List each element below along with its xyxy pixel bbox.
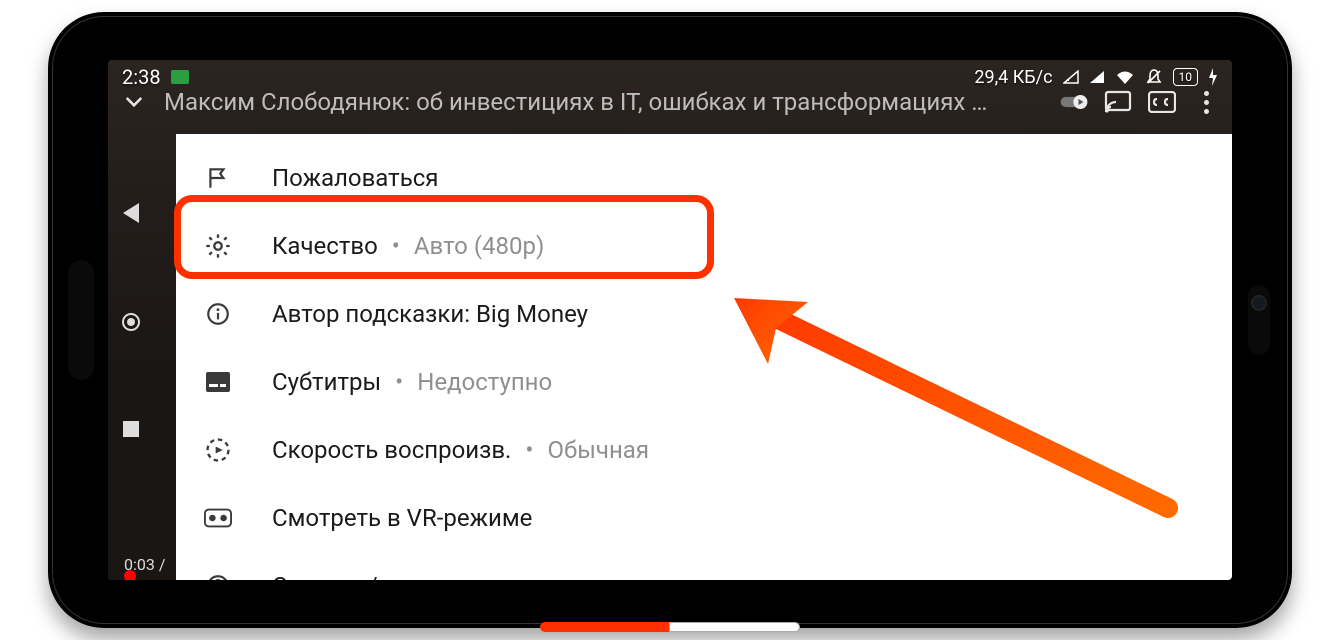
speed-icon <box>204 436 232 464</box>
menu-label: Субтитры <box>272 368 381 396</box>
menu-label: Скорость воспроизв. <box>272 436 511 464</box>
menu-item-captions[interactable]: Субтитры • Недоступно <box>176 348 1232 416</box>
status-net-speed: 29,4 КБ/с <box>974 67 1052 88</box>
battery-indicator: 10 <box>1173 68 1199 86</box>
nav-home-button[interactable] <box>122 313 140 331</box>
menu-item-speed[interactable]: Скорость воспроизв. • Обычная <box>176 416 1232 484</box>
status-bar: 2:38 29,4 КБ/с 10 <box>108 60 1232 94</box>
signal-secondary-icon <box>1063 70 1079 84</box>
info-icon <box>204 300 232 328</box>
scrubber-handle[interactable] <box>124 570 136 580</box>
phone-frame: 2:38 29,4 КБ/с 10 <box>48 12 1292 628</box>
separator-dot: • <box>395 368 403 396</box>
menu-item-report[interactable]: Пожаловаться <box>176 144 1232 212</box>
options-sheet: Пожаловаться Качество • Авто (480р) Авто… <box>176 134 1232 580</box>
gear-icon <box>204 232 232 260</box>
system-nav <box>122 203 140 437</box>
help-icon <box>204 572 232 580</box>
menu-label: Пожаловаться <box>272 164 438 192</box>
menu-value: Обычная <box>547 436 649 464</box>
vr-icon <box>204 504 232 532</box>
menu-label: Справка/отзыв <box>272 572 447 580</box>
menu-item-quality[interactable]: Качество • Авто (480р) <box>176 212 1232 280</box>
status-clock: 2:38 <box>122 65 161 89</box>
screen: 2:38 29,4 КБ/с 10 <box>108 60 1232 580</box>
separator-dot: • <box>392 232 400 260</box>
status-app-icon <box>171 70 189 84</box>
bottom-accent <box>540 622 800 632</box>
menu-label: Автор подсказки: Big Money <box>272 300 588 328</box>
menu-item-cards[interactable]: Автор подсказки: Big Money <box>176 280 1232 348</box>
menu-label: Качество <box>272 232 378 260</box>
menu-item-help[interactable]: Справка/отзыв <box>176 552 1232 580</box>
signal-icon <box>1089 70 1105 84</box>
menu-value: Недоступно <box>417 368 552 396</box>
menu-item-vr[interactable]: Смотреть в VR-режиме <box>176 484 1232 552</box>
charging-icon <box>1208 68 1218 86</box>
menu-label: Смотреть в VR-режиме <box>272 504 532 532</box>
dnd-icon <box>1145 68 1163 86</box>
menu-value: Авто (480р) <box>414 232 544 260</box>
wifi-icon <box>1115 69 1135 85</box>
nav-recents-button[interactable] <box>123 421 139 437</box>
subtitles-icon <box>204 368 232 396</box>
flag-icon <box>204 164 232 192</box>
speaker-grille <box>68 260 94 380</box>
separator-dot: • <box>525 436 533 464</box>
nav-back-button[interactable] <box>123 203 139 223</box>
front-camera <box>1248 285 1270 355</box>
